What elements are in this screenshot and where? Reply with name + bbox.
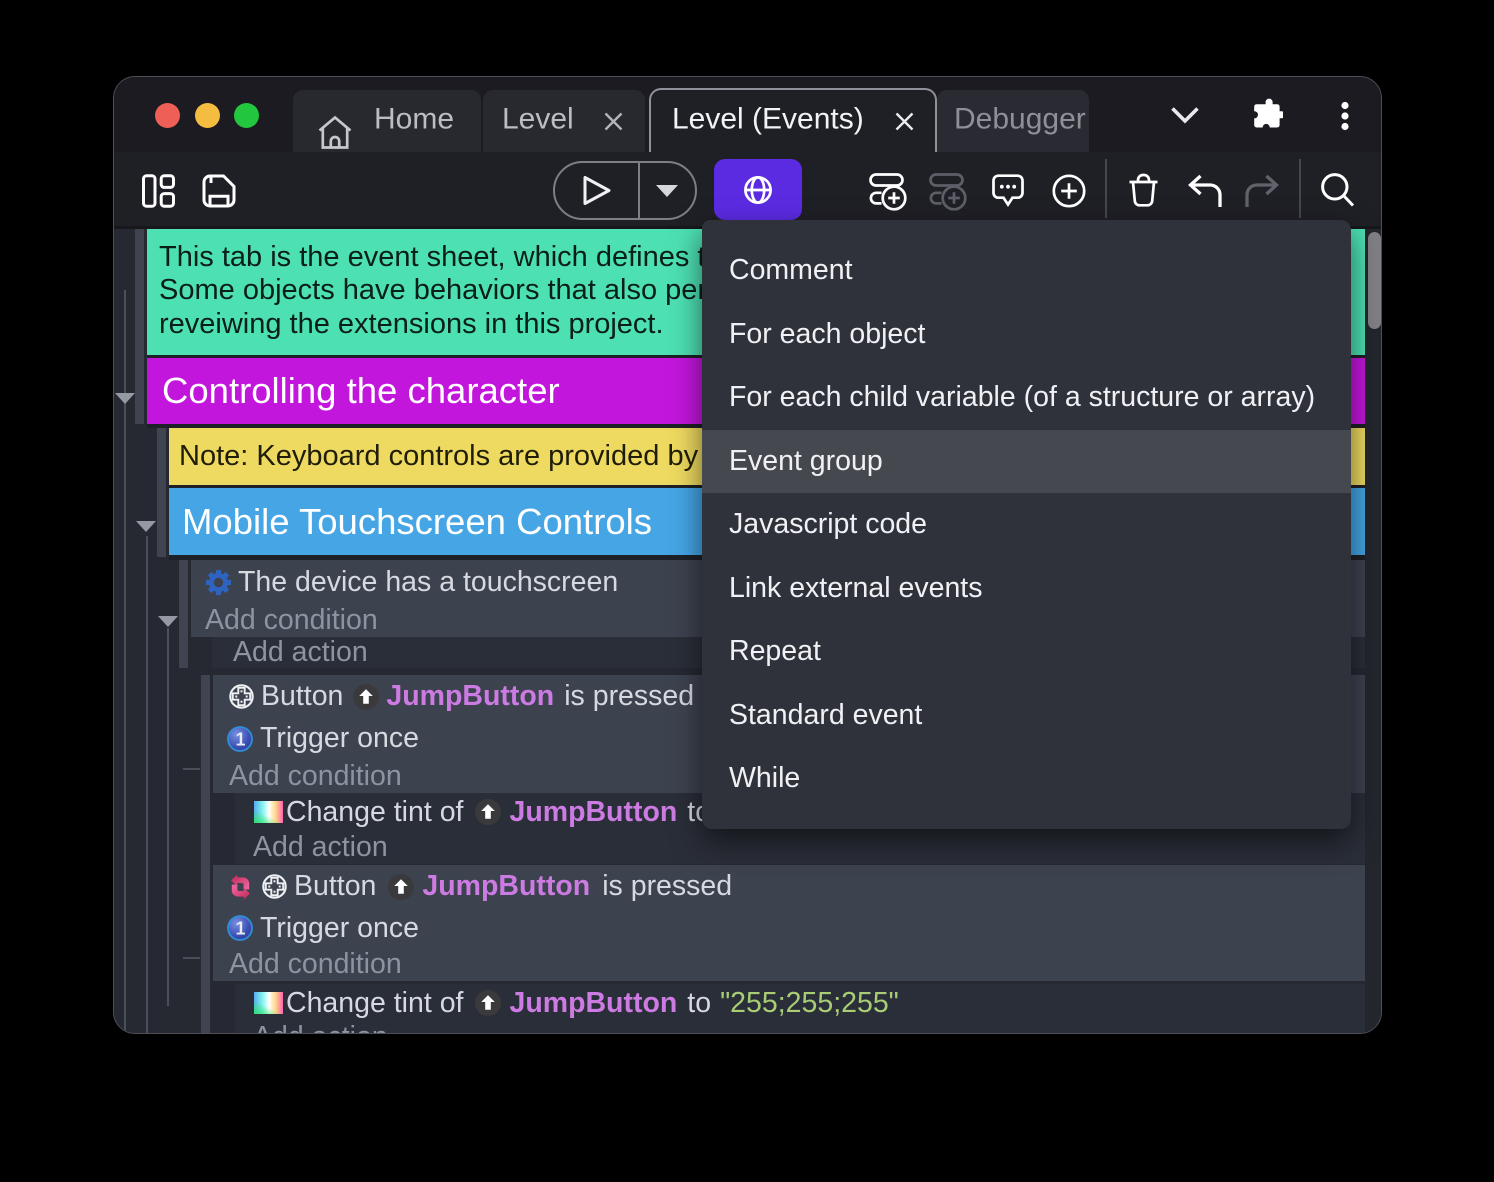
- svg-text:1: 1: [235, 919, 245, 939]
- svg-text:1: 1: [235, 729, 245, 749]
